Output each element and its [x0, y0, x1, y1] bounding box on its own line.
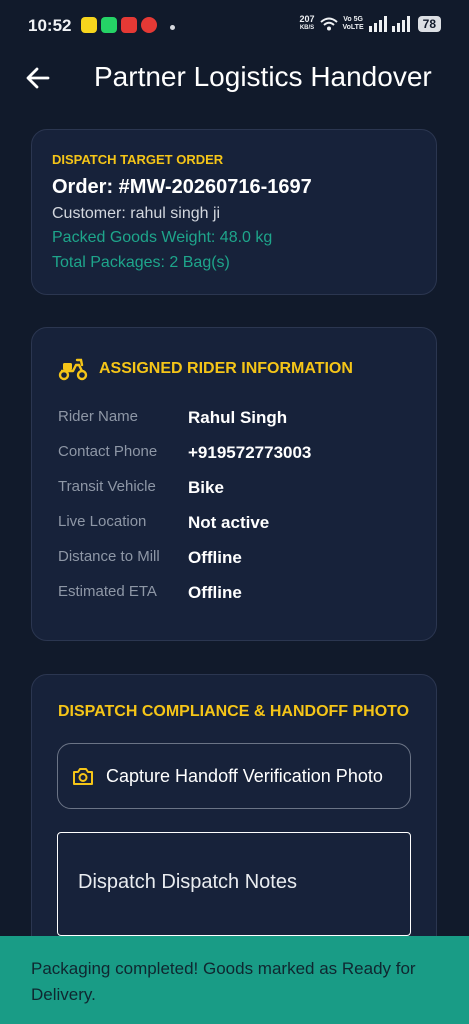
- snackbar: Packaging completed! Goods marked as Rea…: [0, 936, 469, 1024]
- dispatch-notes-placeholder: Dispatch Dispatch Notes: [78, 871, 297, 893]
- eta-value: Offline: [188, 583, 242, 602]
- signal-strength-2-icon: [391, 16, 410, 32]
- scooter-icon: [58, 358, 88, 381]
- rider-info-card: ASSIGNED RIDER INFORMATION Rider Name Ra…: [31, 327, 437, 641]
- transit-vehicle-label: Transit Vehicle: [58, 478, 156, 495]
- jio-icon: [141, 17, 157, 33]
- capture-photo-button[interactable]: Capture Handoff Verification Photo: [57, 743, 411, 809]
- shopping-icon: [121, 17, 137, 33]
- live-location-label: Live Location: [58, 513, 147, 530]
- network-speed-unit: KB/S: [299, 25, 315, 31]
- volte-top: Vo 5G: [343, 16, 363, 23]
- status-indicators: 207 KB/S Vo 5G VoLTE 78: [299, 15, 441, 33]
- network-speed: 207 KB/S: [299, 15, 314, 33]
- compliance-heading: DISPATCH COMPLIANCE & HANDOFF PHOTO: [58, 703, 410, 720]
- live-location-value: Not active: [188, 513, 270, 532]
- transit-vehicle-value: Bike: [188, 478, 224, 497]
- snackbar-message: Packaging completed! Goods marked as Rea…: [31, 959, 416, 1004]
- total-packages: Total Packages: 2 Bag(s): [52, 254, 230, 271]
- network-speed-value: 207: [299, 14, 315, 24]
- capture-photo-label: Capture Handoff Verification Photo: [106, 765, 383, 786]
- status-time: 10:52: [28, 16, 72, 35]
- volte-bottom: VoLTE: [342, 24, 364, 31]
- dispatch-target-label: DISPATCH TARGET ORDER: [52, 152, 224, 167]
- rider-name-value: Rahul Singh: [188, 408, 288, 427]
- notification-icons: [81, 17, 157, 33]
- packed-weight: Packed Goods Weight: 48.0 kg: [52, 229, 273, 246]
- contact-phone-label: Contact Phone: [58, 443, 158, 460]
- dispatch-notes-field[interactable]: Dispatch Dispatch Notes: [57, 832, 411, 936]
- eta-label: Estimated ETA: [58, 583, 157, 600]
- distance-value: Offline: [188, 548, 242, 567]
- contact-phone-value: +919572773003: [188, 443, 312, 462]
- volte-indicator: Vo 5G VoLTE: [343, 16, 364, 32]
- arrow-left-icon[interactable]: [24, 64, 52, 92]
- snapchat-icon: [81, 17, 97, 33]
- battery-icon: 78: [417, 16, 441, 32]
- rider-name-label: Rider Name: [58, 408, 139, 425]
- compliance-card: DISPATCH COMPLIANCE & HANDOFF PHOTO Capt…: [31, 674, 437, 974]
- whatsapp-icon: [101, 17, 117, 33]
- signal-strength-icon: [368, 16, 387, 32]
- page-title: Partner Logistics Handover: [94, 61, 432, 92]
- rider-info-heading: ASSIGNED RIDER INFORMATION: [99, 360, 353, 377]
- customer-name: Customer: rahul singh ji: [52, 205, 221, 222]
- distance-label: Distance to Mill: [58, 548, 160, 565]
- app-bar: Partner Logistics Handover: [0, 52, 469, 108]
- wifi-icon: [319, 17, 338, 31]
- status-bar: 10:52 207 KB/S Vo 5G VoLTE 78: [0, 0, 469, 52]
- order-number: Order: #MW-20260716-1697: [52, 176, 312, 198]
- camera-icon: [73, 768, 93, 785]
- dispatch-order-card: DISPATCH TARGET ORDER Order: #MW-2026071…: [31, 129, 437, 295]
- more-notifications-dot-icon: [170, 25, 175, 30]
